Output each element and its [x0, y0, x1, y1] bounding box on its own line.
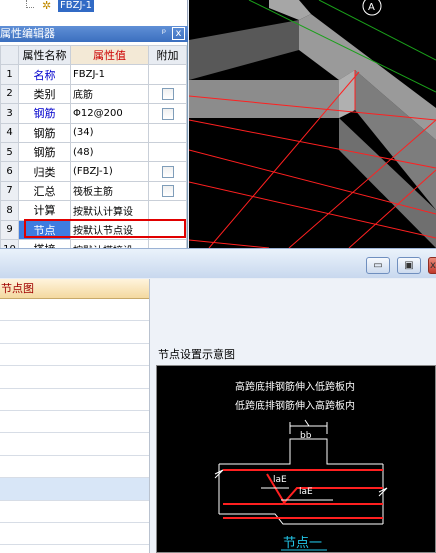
property-name[interactable]: 汇总 [18, 180, 71, 202]
app-window: ✲ FBZJ-1 属性编辑器 ᵖ x 属性名称 属性值 附加 1 名称 FBZJ… [0, 0, 436, 553]
property-value[interactable]: 底筋 [70, 83, 149, 105]
list-item[interactable] [0, 344, 149, 367]
component-tree: ✲ FBZJ-1 [0, 0, 188, 20]
dimension-marker [304, 419, 310, 427]
extra-cell [148, 103, 187, 124]
list-item[interactable] [0, 299, 149, 322]
row-number-header [0, 44, 19, 66]
extra-checkbox[interactable] [161, 166, 174, 179]
extra-cell [148, 141, 187, 163]
extra-cell [148, 83, 187, 105]
property-row[interactable]: 6 归类 (FBZJ-1) [0, 161, 187, 182]
list-item[interactable] [0, 321, 149, 344]
list-item[interactable] [0, 433, 149, 456]
close-icon: x [430, 260, 436, 271]
row-number: 7 [0, 180, 19, 202]
node-list-header[interactable]: 节点图 [0, 279, 149, 299]
property-value[interactable]: 按默认计算设 [70, 200, 149, 221]
extra-cell [148, 161, 187, 182]
row-number: 3 [0, 103, 19, 124]
property-value[interactable]: (FBZJ-1) [70, 161, 149, 182]
property-grid: 属性名称 属性值 附加 1 名称 FBZJ-1 2 类别 底筋 3 钢筋 Φ12… [0, 44, 187, 260]
pin-icon[interactable]: ᵖ [158, 27, 170, 40]
list-item[interactable] [0, 456, 149, 479]
gear-icon: ✲ [42, 0, 52, 12]
property-name[interactable]: 节点 [18, 219, 71, 240]
list-item[interactable] [0, 501, 149, 523]
property-value[interactable]: (34) [70, 122, 149, 143]
column-header-extra[interactable]: 附加 [148, 44, 187, 66]
row-number: 5 [0, 141, 19, 163]
dialog-titlebar: ▭ ▣ x [0, 248, 436, 278]
property-row-selected[interactable]: 9 节点 按默认节点设 [0, 219, 187, 240]
tree-item-fbzj1[interactable]: FBZJ-1 [58, 0, 95, 12]
property-name[interactable]: 钢筋 [18, 141, 71, 163]
node-diagram-svg: 高跨底排钢筋伸入低跨板内 低跨底排钢筋伸入高跨板内 bb laE laE 节点一 [214, 380, 388, 551]
property-value[interactable]: 按默认节点设 [70, 219, 149, 240]
property-editor-titlebar: 属性编辑器 ᵖ x [0, 26, 188, 42]
property-row[interactable]: 2 类别 底筋 [0, 83, 187, 105]
3d-viewport[interactable]: A [189, 0, 436, 248]
column-header-value[interactable]: 属性值 [70, 44, 149, 66]
node-diagram: 高跨底排钢筋伸入低跨板内 低跨底排钢筋伸入高跨板内 bb laE laE 节点一 [156, 365, 436, 553]
list-item[interactable] [0, 389, 149, 411]
row-number: 6 [0, 161, 19, 182]
property-name[interactable]: 钢筋 [18, 122, 71, 143]
property-row[interactable]: 3 钢筋 Φ12@200 [0, 103, 187, 124]
diagram-caption-2: 低跨底排钢筋伸入高跨板内 [235, 399, 355, 412]
list-item[interactable] [0, 366, 149, 389]
property-name[interactable]: 名称 [18, 64, 71, 85]
3d-scene: A [189, 0, 436, 248]
diagram-caption-1: 高跨底排钢筋伸入低跨板内 [235, 380, 355, 393]
property-editor-panel: 属性编辑器 ᵖ x 属性名称 属性值 附加 1 名称 FBZJ-1 2 类别 底… [0, 20, 188, 260]
node-list-panel: 节点图 [0, 279, 150, 553]
property-row[interactable]: 1 名称 FBZJ-1 [0, 64, 187, 85]
node-label[interactable]: 节点一 [283, 536, 322, 551]
row-number: 2 [0, 83, 19, 105]
property-row[interactable]: 8 计算 按默认计算设 [0, 200, 187, 221]
property-row[interactable]: 7 汇总 筏板主筋 [0, 180, 187, 202]
property-name[interactable]: 类别 [18, 83, 71, 105]
row-number: 9 [0, 219, 19, 240]
property-value[interactable]: Φ12@200 [70, 103, 149, 124]
preview-title: 节点设置示意图 [158, 348, 235, 361]
restore-icon: ▣ [404, 260, 414, 271]
extra-checkbox[interactable] [161, 185, 174, 198]
property-value[interactable]: 筏板主筋 [70, 180, 149, 202]
axis-marker-label: A [368, 2, 375, 13]
extra-checkbox[interactable] [161, 88, 174, 101]
extra-cell [148, 122, 187, 143]
property-name[interactable]: 计算 [18, 200, 71, 221]
minimize-button[interactable]: ▭ [366, 257, 390, 274]
extra-cell [148, 64, 187, 85]
extra-cell [148, 180, 187, 202]
row-number: 8 [0, 200, 19, 221]
column-header-name[interactable]: 属性名称 [18, 44, 71, 66]
list-item[interactable] [0, 478, 149, 501]
node-preview-area: 节点设置示意图 高跨底排钢筋伸入低跨板内 低跨底排钢筋伸入高跨板内 bb laE… [150, 279, 436, 553]
extra-cell [148, 200, 187, 221]
anchorage-label-2: laE [299, 487, 313, 497]
property-row[interactable]: 4 钢筋 (34) [0, 122, 187, 143]
minimize-icon: ▭ [373, 260, 383, 271]
property-value[interactable]: (48) [70, 141, 149, 163]
property-name[interactable]: 钢筋 [18, 103, 71, 124]
close-button[interactable]: x [428, 257, 436, 274]
tree-connector [26, 0, 34, 8]
slab-outline-top [219, 438, 383, 465]
list-item[interactable] [0, 411, 149, 434]
anchorage-label-1: laE [273, 475, 287, 485]
extra-checkbox[interactable] [161, 107, 174, 120]
close-icon[interactable]: x [172, 27, 185, 40]
property-row[interactable]: 5 钢筋 (48) [0, 141, 187, 163]
row-number: 1 [0, 64, 19, 85]
property-value[interactable]: FBZJ-1 [70, 64, 149, 85]
grid-header-row: 属性名称 属性值 附加 [0, 44, 187, 66]
restore-button[interactable]: ▣ [397, 257, 421, 274]
property-editor-title: 属性编辑器 [0, 27, 55, 40]
list-item[interactable] [0, 523, 149, 546]
extra-cell [148, 219, 187, 240]
row-number: 4 [0, 122, 19, 143]
property-name[interactable]: 归类 [18, 161, 71, 182]
